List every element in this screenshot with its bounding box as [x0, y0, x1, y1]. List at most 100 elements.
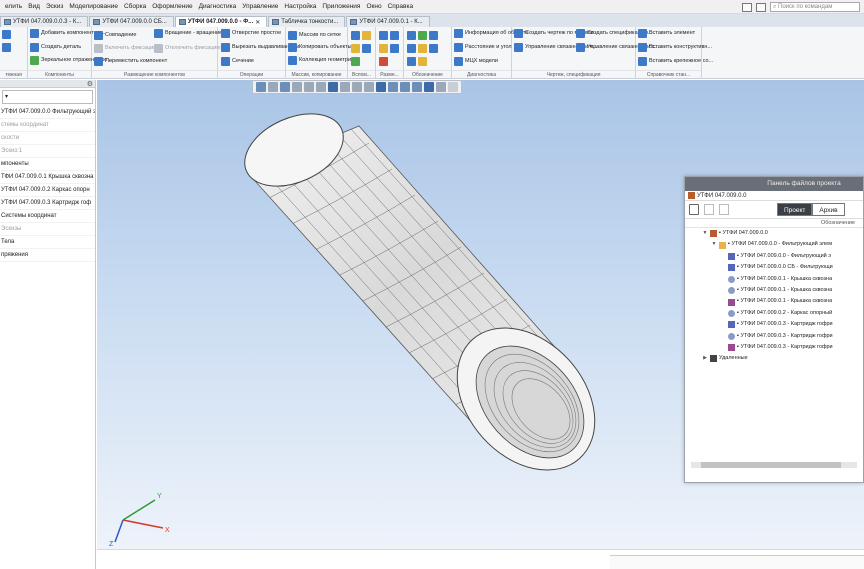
menu-item-file[interactable]: елить	[2, 3, 25, 10]
designation-button-2[interactable]	[407, 44, 438, 53]
mass-properties-button[interactable]: МЦХ модели	[454, 57, 498, 66]
tree-item-cover[interactable]: ТФИ 047.009.0.1 Крышка сквозна	[0, 171, 95, 184]
ribbon-button-a[interactable]	[2, 30, 11, 39]
designation-button-3[interactable]	[407, 57, 427, 66]
tab-document-5[interactable]: УТФИ 047.009.0.1 - К...	[346, 16, 430, 27]
aux-button-3[interactable]	[351, 57, 360, 66]
scrollbar-thumb[interactable]	[701, 462, 841, 468]
archive-toggle-button[interactable]: Архив	[812, 203, 845, 216]
project-tree-row[interactable]: ▪ УТФИ 047.009.0.1 - Крышка сквозна	[685, 274, 863, 285]
geometry-collection-button[interactable]: Коллекция геометрии	[288, 56, 354, 65]
button-label: Сечение	[232, 57, 254, 64]
button-label: Включить фиксацию	[105, 44, 158, 51]
tree-item-planes[interactable]: скости	[0, 132, 95, 145]
ribbon-group-label: Вспом...	[348, 70, 375, 78]
button-label: Отверстие простое	[232, 29, 282, 36]
layout-button-2[interactable]	[756, 2, 766, 12]
insert-fastener-button[interactable]: Вставить крепежное со...	[638, 57, 713, 66]
menu-item-diagnostics[interactable]: Диагностика	[196, 3, 240, 10]
tab-document-3-active[interactable]: УТФИ 047.009.0.0 - Ф... ✕	[174, 16, 268, 27]
part-icon	[728, 332, 735, 340]
dim-button-3[interactable]	[379, 57, 388, 66]
menu-item-settings[interactable]: Настройка	[281, 3, 319, 10]
aux-button-2[interactable]	[351, 44, 371, 53]
enable-fixation-button[interactable]: Включить фиксацию	[94, 44, 157, 53]
project-tree-row[interactable]: ▪ УТФИ 047.009.0.0 СБ - Фильтрующи	[685, 262, 863, 273]
button-label: Вращение - вращение	[165, 29, 223, 36]
close-icon[interactable]: ✕	[255, 19, 260, 26]
project-tree-row[interactable]: ▶ Удаленные	[685, 353, 863, 364]
simple-hole-button[interactable]: Отверстие простое	[221, 29, 281, 38]
menu-item-view[interactable]: Вид	[25, 3, 43, 10]
tree-item-sub-csys[interactable]: Системы координат	[0, 210, 95, 223]
rotation-button[interactable]: Вращение - вращение	[154, 29, 222, 38]
tab-document-1[interactable]: УТФИ 047.009.0.0.3 - К...	[0, 16, 89, 27]
project-tree-row[interactable]: ▼ ▪ УТФИ 047.009.0.0	[685, 228, 863, 239]
tree-item-cartridge[interactable]: УТФИ 047.009.0.3 Картридж гоф	[0, 197, 95, 210]
menu-item-sketch[interactable]: Эскиз	[43, 3, 66, 10]
unlock-icon	[154, 44, 163, 53]
row-label: ▪ УТФИ 047.009.0.1 - Крышка сквозна	[737, 298, 833, 305]
ribbon-button-b[interactable]	[2, 43, 11, 52]
new-file-icon[interactable]	[704, 204, 714, 215]
menu-item-window[interactable]: Окно	[363, 3, 384, 10]
project-tree-row[interactable]: ▪ УТФИ 047.009.0.2 - Каркас опорный	[685, 308, 863, 319]
expand-arrow-icon[interactable]: ▼	[711, 239, 717, 250]
aux-button-1[interactable]	[351, 31, 371, 40]
tab-document-4[interactable]: Табличка тонкости...	[268, 16, 346, 27]
tree-item-sketches[interactable]: Эскизы	[0, 223, 95, 236]
point-icon	[351, 44, 360, 53]
project-tree-row[interactable]: ▪ УТФИ 047.009.0.0 - Фильтрующий э	[685, 251, 863, 262]
tree-filter-select[interactable]: ▾	[2, 90, 93, 104]
menu-item-modeling[interactable]: Моделирование	[66, 3, 121, 10]
horizontal-scrollbar[interactable]	[691, 462, 857, 468]
project-toggle-button[interactable]: Проект	[777, 203, 813, 216]
menu-item-apps[interactable]: Приложения	[319, 3, 363, 10]
open-folder-icon[interactable]	[689, 204, 699, 215]
tree-item-sketch[interactable]: Эскиз:1	[0, 145, 95, 158]
tab-document-2[interactable]: УТФИ 047.009.0.0 СБ...	[89, 16, 174, 27]
tree-item-components[interactable]: мпоненты	[0, 158, 95, 171]
tree-item-frame[interactable]: УТФИ 047.009.0.2 Каркас опорн	[0, 184, 95, 197]
tree-item-csys[interactable]: стемы координат	[0, 119, 95, 132]
copy-objects-button[interactable]: Копировать объекты	[288, 43, 352, 52]
part-icon	[728, 309, 735, 317]
project-tree-row[interactable]: ▼ ▪ УТФИ 047.009.0.0 - Фильтрующий элем	[685, 239, 863, 250]
move-icon	[94, 57, 103, 66]
asm-icon	[710, 230, 717, 238]
create-part-button[interactable]: Создать деталь	[30, 43, 81, 52]
move-component-button[interactable]: Переместить компонент	[94, 57, 167, 66]
tree-item-bodies[interactable]: Тела	[0, 236, 95, 249]
grid-array-button[interactable]: Массив по сетке	[288, 31, 341, 40]
insert-element-button[interactable]: Вставить элемент	[638, 29, 695, 38]
info-icon	[454, 29, 463, 38]
tree-item-mates[interactable]: пряжения	[0, 249, 95, 262]
layout-button-1[interactable]	[742, 2, 752, 12]
distance-angle-button[interactable]: Расстояние и угол	[454, 43, 512, 52]
project-tree-row[interactable]: ▪ УТФИ 047.009.0.3 - Картридж гофри	[685, 342, 863, 353]
gear-icon[interactable]: ⚙	[87, 80, 93, 88]
menu-item-control[interactable]: Управление	[239, 3, 281, 10]
dim-button-2[interactable]	[379, 44, 399, 53]
disable-fixation-button[interactable]: Отключить фиксацию	[154, 44, 221, 53]
expand-arrow-icon[interactable]: ▼	[702, 228, 708, 239]
project-tree-row[interactable]: ▪ УТФИ 047.009.0.3 - Картридж гофри	[685, 319, 863, 330]
menu-item-assembly[interactable]: Сборка	[121, 3, 149, 10]
project-tree-row[interactable]: ▪ УТФИ 047.009.0.1 - Крышка сквозна	[685, 296, 863, 307]
command-search-input[interactable]: ⌕ Поиск по командам	[770, 2, 860, 12]
column-header[interactable]: Обозначение	[685, 219, 863, 228]
expand-arrow-icon[interactable]: ▶	[702, 353, 708, 364]
z-axis-label: Z	[109, 541, 114, 548]
project-tree-row[interactable]: ▪ УТФИ 047.009.0.3 - Картридж гофри	[685, 331, 863, 342]
dim-button-1[interactable]	[379, 31, 399, 40]
tree-item-root[interactable]: УТФИ 047.009.0.0 Фильтрующий эл	[0, 106, 95, 119]
section-button[interactable]: Сечение	[221, 57, 254, 66]
project-tree-row[interactable]: ▪ УТФИ 047.009.0.1 - Крышка сквозна	[685, 285, 863, 296]
delete-icon[interactable]	[719, 204, 729, 215]
designation-button-1[interactable]	[407, 31, 438, 40]
insert-construct-button[interactable]: Вставить конструктивн...	[638, 43, 712, 52]
menu-item-help[interactable]: Справка	[385, 3, 417, 10]
coincidence-button[interactable]: Совпадение	[94, 31, 136, 40]
part-icon	[728, 275, 735, 283]
menu-item-design[interactable]: Оформление	[149, 3, 195, 10]
